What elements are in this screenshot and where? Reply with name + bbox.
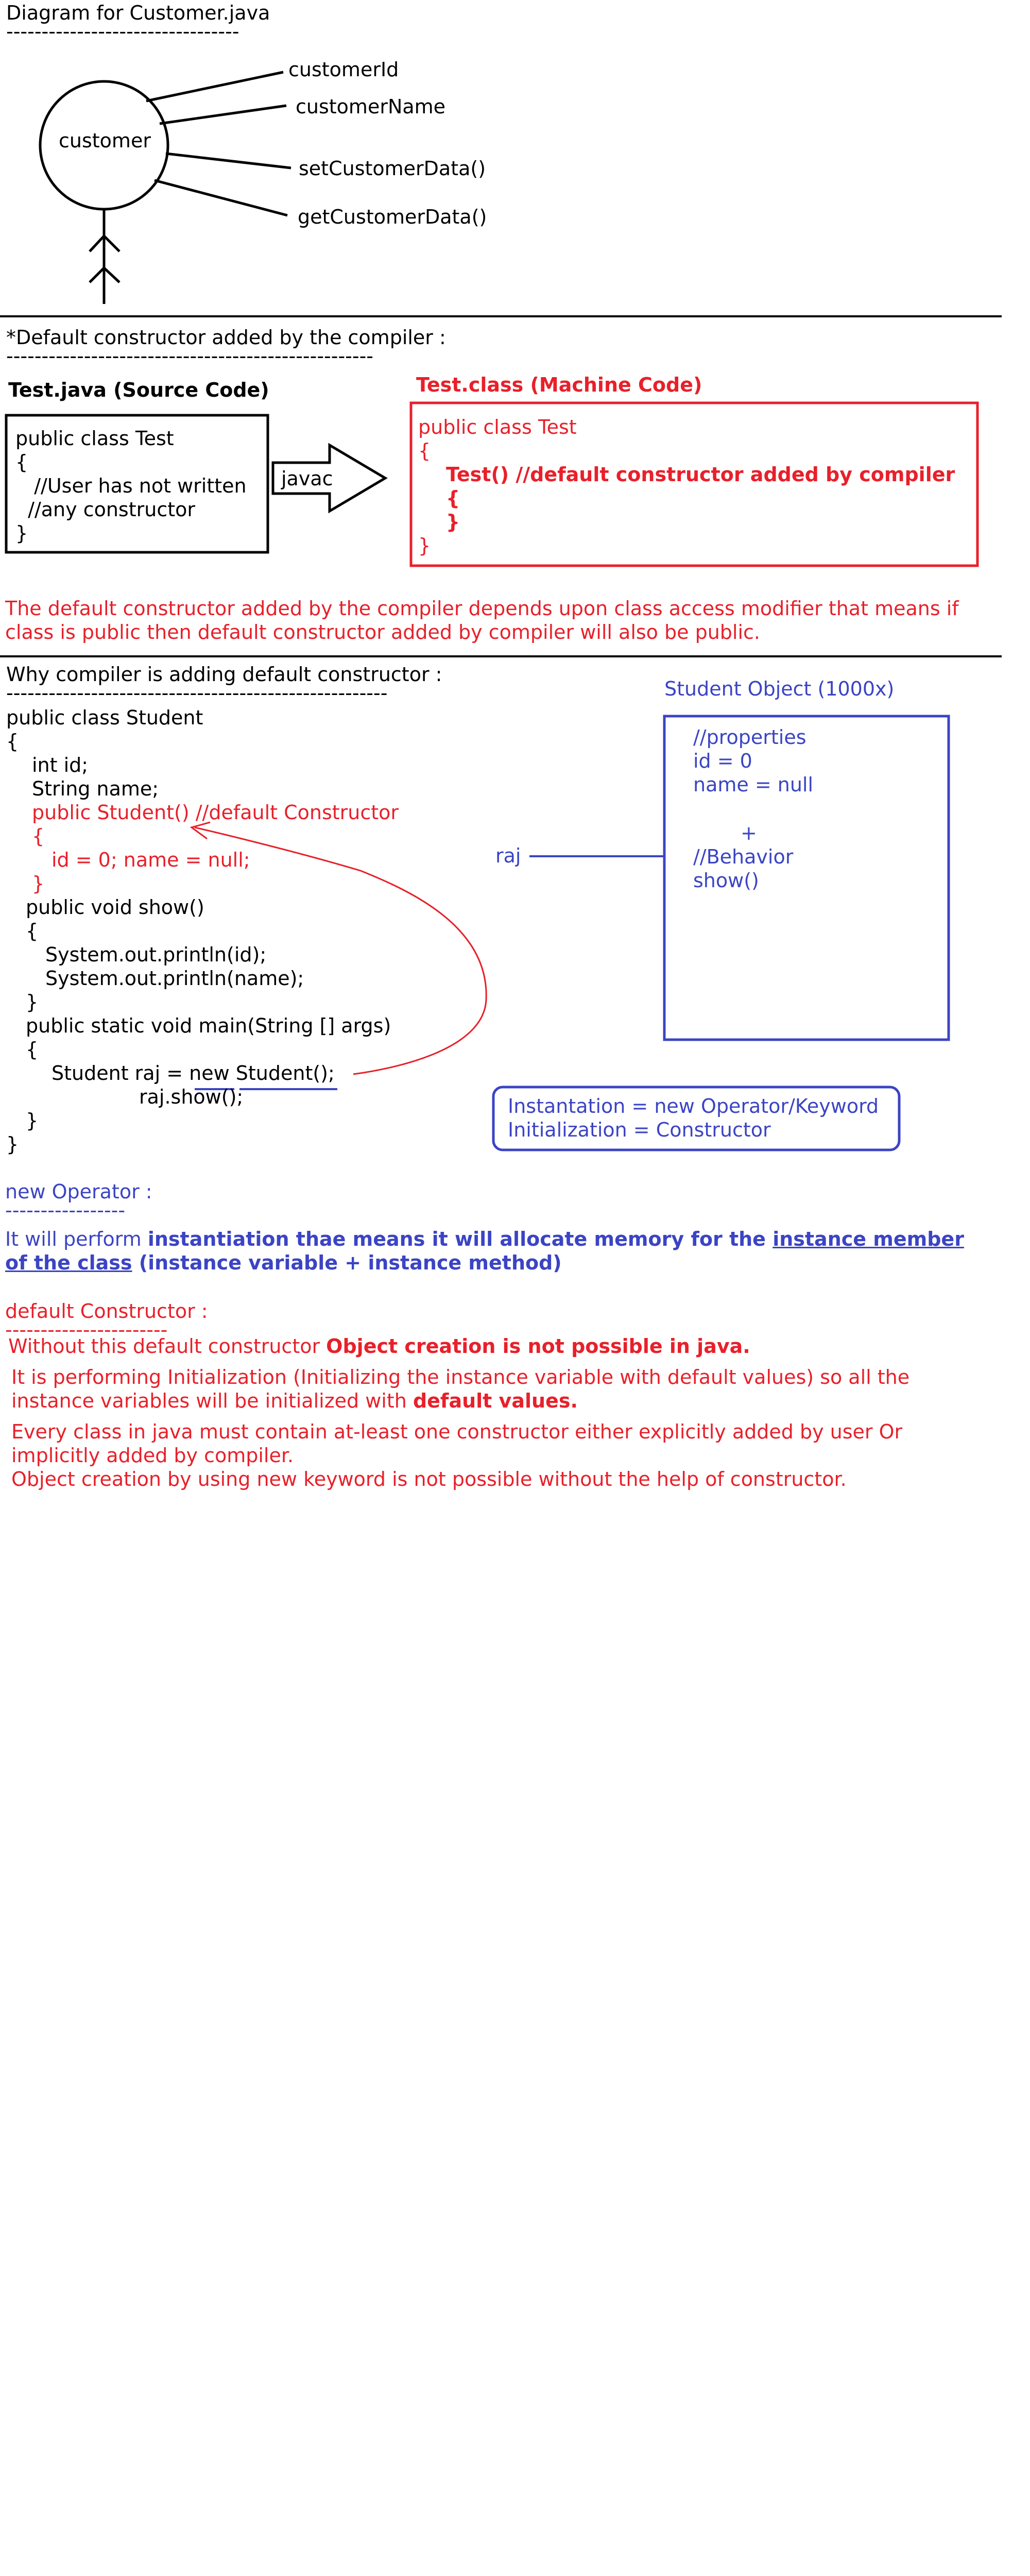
code-line: {	[26, 920, 39, 942]
dc-line1-normal: Without this default constructor	[8, 1335, 327, 1358]
dc-point-4: Object creation by using new keyword is …	[11, 1468, 847, 1490]
divider-2	[0, 655, 1002, 657]
machine-line: }	[446, 511, 460, 533]
actor-label: customer	[59, 129, 151, 152]
machine-line: {	[418, 439, 431, 462]
source-line: }	[15, 522, 28, 545]
machine-heading: Test.class (Machine Code)	[416, 374, 702, 396]
code-line: public Student() //default Constructor	[32, 801, 399, 824]
section3-underline: ----------------------------------------…	[6, 682, 388, 704]
code-line: {	[6, 730, 19, 753]
dc-point-2: It is performing Initialization (Initial…	[11, 1365, 969, 1413]
compiler-note: The default constructor added by the com…	[5, 597, 959, 643]
link-customerid	[146, 71, 284, 103]
member-setcustomerdata: setCustomerData()	[299, 157, 486, 180]
source-line: public class Test	[15, 427, 174, 450]
divider-1	[0, 315, 1002, 317]
link-customername	[159, 104, 287, 125]
code-line: public void show()	[26, 896, 204, 919]
source-line: {	[15, 451, 28, 473]
new-text-bold: instantiation thae means it will allocat…	[147, 1228, 773, 1250]
dc-line1-bold: Object creation is not possible in java.	[326, 1335, 750, 1358]
object-line: show()	[693, 869, 759, 892]
dc-para2-bold: default values.	[413, 1389, 578, 1412]
code-line: id = 0; name = null;	[52, 849, 250, 871]
dc-point-3: Every class in java must contain at-leas…	[11, 1420, 903, 1467]
new-operator-description: It will perform instantiation thae means…	[5, 1227, 984, 1275]
dc-point-1: Without this default constructor Object …	[8, 1334, 987, 1358]
new-text-1: It will perform	[5, 1228, 148, 1250]
link-setcustomerdata	[165, 152, 291, 170]
code-line: {	[26, 1038, 39, 1061]
code-line: Student raj = new Student();	[52, 1062, 335, 1084]
source-line: //User has not written	[15, 474, 247, 497]
object-line: //Behavior	[693, 845, 794, 868]
code-line: }	[32, 872, 45, 895]
code-line: String name;	[32, 777, 159, 800]
note-line: Instantation = new Operator/Keyword	[508, 1095, 879, 1117]
code-line: System.out.println(id);	[45, 943, 267, 966]
member-customername: customerName	[296, 95, 446, 118]
object-line: +	[741, 822, 757, 844]
member-customerid: customerId	[288, 58, 399, 81]
source-heading: Test.java (Source Code)	[8, 379, 269, 401]
machine-line: {	[446, 487, 460, 510]
code-line: System.out.println(name);	[45, 967, 304, 990]
section2-underline: ----------------------------------------…	[6, 345, 374, 367]
code-line: }	[26, 1109, 39, 1132]
code-line: int id;	[32, 754, 89, 776]
new-text-end: (instance variable + instance method)	[132, 1251, 562, 1274]
code-line: public static void main(String [] args)	[26, 1014, 391, 1037]
member-getcustomerdata: getCustomerData()	[298, 206, 487, 228]
raj-label: raj	[495, 844, 521, 867]
code-line: {	[32, 825, 45, 848]
javac-label: javac	[281, 467, 333, 490]
code-line: public class Student	[6, 706, 203, 729]
code-line: }	[26, 991, 39, 1013]
object-line: //properties	[693, 726, 806, 749]
source-line: //any constructor	[15, 498, 195, 521]
machine-line: public class Test	[418, 416, 577, 438]
code-line: raj.show();	[139, 1086, 244, 1108]
link-getcustomerdata	[154, 179, 288, 217]
object-heading: Student Object (1000x)	[664, 677, 895, 700]
object-line: id = 0	[693, 750, 752, 772]
machine-line: }	[418, 534, 431, 557]
machine-line: Test() //default constructor added by co…	[446, 463, 955, 486]
object-line: name = null	[693, 773, 814, 796]
new-operator-underline: -----------------	[5, 1199, 126, 1222]
code-line: }	[6, 1133, 19, 1156]
note-line: Initialization = Constructor	[508, 1118, 771, 1141]
